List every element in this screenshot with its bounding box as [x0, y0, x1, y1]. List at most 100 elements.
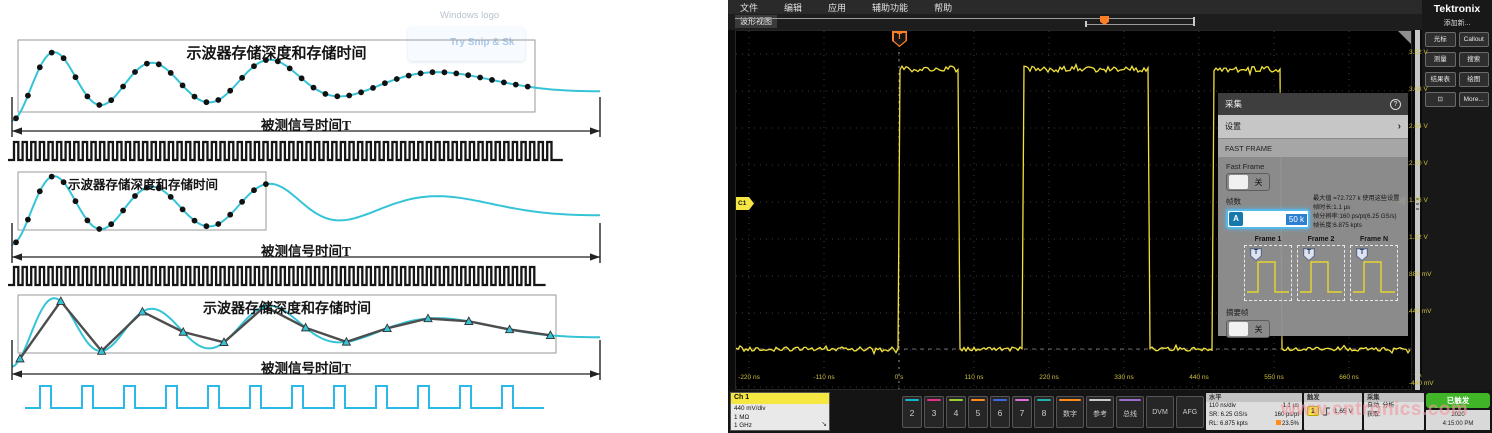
frame-title: Frame 2	[1297, 236, 1345, 243]
tektronix-logo: Tektronix	[1425, 3, 1489, 15]
channel8-button[interactable]: 8	[1034, 396, 1054, 428]
menu-文件[interactable]: 文件	[740, 1, 758, 14]
volt-label: 1.32 V	[1409, 234, 1439, 241]
menu-bar: 文件 编辑 应用 辅助功能 帮助	[728, 0, 1492, 14]
dialog-body: Fast Frame 关 帧数 A 50 k 最大值 =72.727 k 使用这…	[1218, 157, 1408, 348]
sidebar-button-搜索[interactable]: 搜索	[1459, 52, 1490, 67]
menu-辅助功能[interactable]: 辅助功能	[872, 1, 908, 14]
sidebar-button-绘图[interactable]: 绘图	[1459, 72, 1490, 87]
time-label: 550 ns	[1264, 374, 1284, 381]
volt-label: 2.20 V	[1409, 160, 1439, 167]
zoom-corner-icon[interactable]	[1398, 31, 1411, 44]
fastframe-section-header: FAST FRAME	[1218, 139, 1408, 157]
sidebar-button-Callout[interactable]: Callout	[1459, 32, 1490, 47]
button-参考[interactable]: 参考	[1086, 396, 1114, 428]
toggle-knob	[1229, 322, 1248, 336]
volt-label: 1.76 V	[1409, 197, 1439, 204]
menu-帮助[interactable]: 帮助	[934, 1, 952, 14]
aux-buttons: 数字参考总线DVMAFG	[1056, 396, 1204, 428]
panel-handle[interactable]	[1415, 30, 1420, 390]
time-label: 220 ns	[1039, 374, 1059, 381]
button-数字[interactable]: 数字	[1056, 396, 1084, 428]
fastframe-info: 最大值 =72.727 k 使用这些设置 帧时长:1.1 μs 帧分辨率:160…	[1313, 194, 1407, 230]
settings-row[interactable]: 设置 ›	[1218, 115, 1408, 139]
right-sidebar: Tektronix 添加新... 光标Callout测量搜索结果表绘图⊡More…	[1422, 0, 1492, 433]
frames-diagram: Frame 1TFrame 2TFrame NT	[1244, 236, 1400, 301]
waveform-graticule[interactable]: T C1 -220 ns-110 ns0 s110 ns220 ns330 ns…	[735, 30, 1412, 390]
volt-label: 3.08 V	[1409, 86, 1439, 93]
volt-label-bottom: -440 mV	[1409, 380, 1439, 387]
summary-frame-label: 摘要帧	[1226, 307, 1400, 318]
sidebar-buttons: 光标Callout测量搜索结果表绘图⊡More...	[1425, 32, 1489, 107]
diagram2-axis-label: 被测信号时间T	[12, 240, 600, 260]
minimap-zoom-line	[1086, 24, 1194, 25]
plot-icon-button[interactable]: ⊡	[1425, 92, 1456, 107]
button-总线[interactable]: 总线	[1116, 396, 1144, 428]
channel-color-stripe	[905, 399, 919, 402]
help-icon[interactable]: ?	[1390, 99, 1401, 110]
frame-count-value: 50 k	[1286, 214, 1307, 225]
sidebar-button-结果表[interactable]: 结果表	[1425, 72, 1456, 87]
channel5-button[interactable]: 5	[968, 396, 988, 428]
time-label: 440 ns	[1189, 374, 1209, 381]
diagram3-axis-label: 被测信号时间T	[12, 357, 600, 377]
channel7-button[interactable]: 7	[1012, 396, 1032, 428]
button-color-stripe	[1119, 399, 1141, 402]
menu-应用[interactable]: 应用	[828, 1, 846, 14]
minimap-left-bracket[interactable]	[1085, 21, 1087, 27]
menu-编辑[interactable]: 编辑	[784, 1, 802, 14]
channel2-button[interactable]: 2	[902, 396, 922, 428]
button-color-stripe	[1059, 399, 1081, 402]
button-AFG[interactable]: AFG	[1176, 396, 1204, 428]
chevron-right-icon: ›	[1398, 121, 1401, 132]
channel-buttons: 2345678	[902, 396, 1054, 428]
add-new-label: 添加新...	[1425, 18, 1489, 28]
channel-color-stripe	[993, 399, 1007, 402]
time-label: -110 ns	[813, 374, 834, 381]
diagram1-box-label: 示波器存储深度和存储时间	[18, 42, 535, 63]
frame-column: Frame 2 T	[1297, 236, 1345, 301]
fastframe-toggle[interactable]: 关	[1226, 173, 1270, 191]
volt-label: 440 mV	[1409, 308, 1439, 315]
sampling-diagram-panel: Windows logo Try Snip & Sk 示波器存储深度和存储时间 …	[0, 0, 728, 433]
time-label: 0 s	[895, 374, 904, 381]
channel-color-stripe	[1037, 399, 1051, 402]
top-strip: 波形视图	[728, 14, 1492, 30]
channel1-badge[interactable]: Ch 1 440 mV/div 1 MΩ 1 GHz ↘	[730, 392, 830, 431]
frame-box: T	[1297, 245, 1345, 301]
time-label: -220 ns	[738, 374, 760, 381]
channel4-button[interactable]: 4	[946, 396, 966, 428]
time-label: 110 ns	[964, 374, 983, 381]
diagram1-axis-label: 被测信号时间T	[12, 114, 600, 134]
frame-title: Frame 1	[1244, 236, 1292, 243]
frame-count-input[interactable]: A 50 k	[1226, 209, 1310, 229]
minimap-record-line	[735, 18, 1194, 19]
volt-label: 3.52 V	[1409, 49, 1439, 56]
horizontal-row: RL: 6.875 kpts23.5%	[1206, 420, 1302, 429]
expand-icon: ↘	[821, 421, 827, 430]
time-label: 330 ns	[1114, 374, 1134, 381]
frame-box: T	[1244, 245, 1292, 301]
channel1-settings: 440 mV/div 1 MΩ 1 GHz ↘	[731, 404, 829, 430]
diagram3-box-label: 示波器存储深度和存储时间	[18, 298, 556, 318]
channel3-button[interactable]: 3	[924, 396, 944, 428]
time-label: 660 ns	[1339, 374, 1359, 381]
channel-color-stripe	[927, 399, 941, 402]
button-color-stripe	[1089, 399, 1111, 402]
sidebar-button-光标[interactable]: 光标	[1425, 32, 1456, 47]
summary-frame-toggle[interactable]: 关	[1226, 320, 1270, 338]
watermark: www.cntronics.com	[1281, 399, 1468, 421]
knob-a-icon: A	[1229, 212, 1243, 226]
dialog-header[interactable]: 采集 ?	[1218, 93, 1408, 115]
frame-column: Frame 1 T	[1244, 236, 1292, 301]
button-DVM[interactable]: DVM	[1146, 396, 1174, 428]
channel-color-stripe	[949, 399, 963, 402]
dialog-title: 采集	[1225, 98, 1242, 110]
sidebar-button-More...[interactable]: More...	[1459, 92, 1490, 107]
toggle-knob	[1229, 175, 1248, 189]
tab-waveform-view[interactable]: 波形视图	[735, 15, 777, 28]
channel-color-stripe	[1015, 399, 1029, 402]
minimap-right-bracket[interactable]	[1193, 17, 1195, 26]
fastframe-label: Fast Frame	[1226, 162, 1400, 171]
channel6-button[interactable]: 6	[990, 396, 1010, 428]
